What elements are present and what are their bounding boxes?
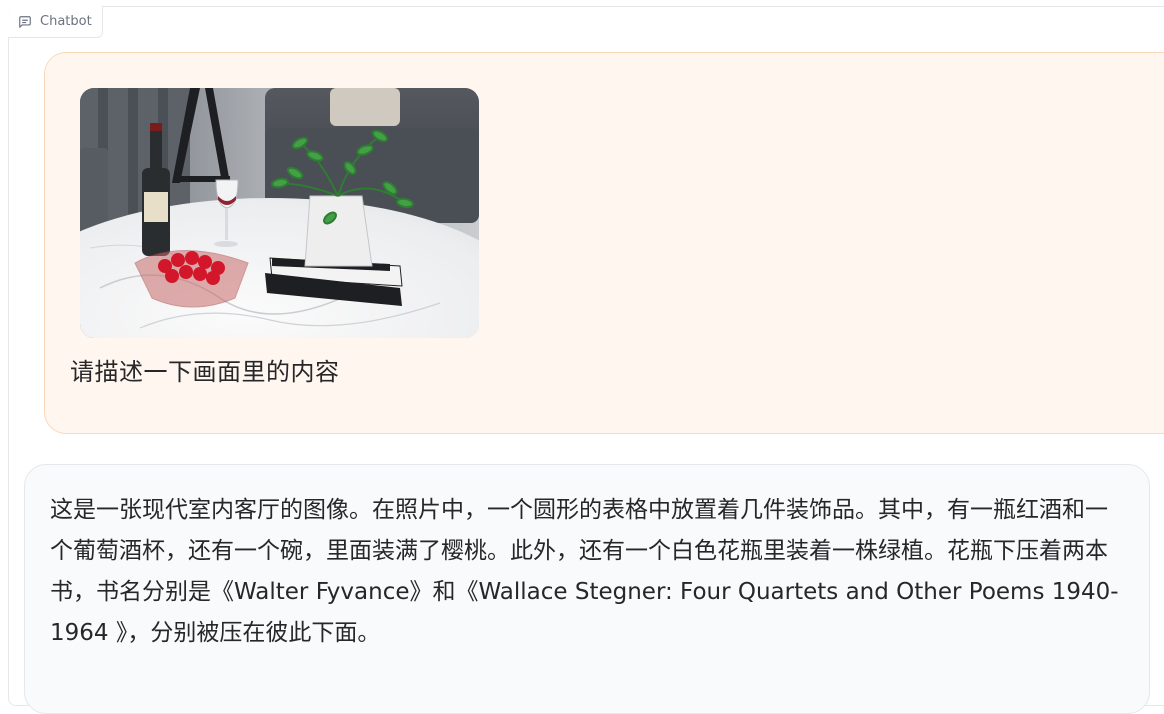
user-message-text: 请描述一下画面里的内容: [70, 358, 340, 386]
bot-message-text: 这是一张现代室内客厅的图像。在照片中，一个圆形的表格中放置着几件装饰品。其中，有…: [50, 497, 1119, 646]
user-message-image[interactable]: [80, 88, 479, 338]
chat-bubble-icon: [18, 15, 32, 29]
chatbot-label-text: Chatbot: [40, 14, 92, 29]
chatbot-label: Chatbot: [8, 6, 103, 38]
